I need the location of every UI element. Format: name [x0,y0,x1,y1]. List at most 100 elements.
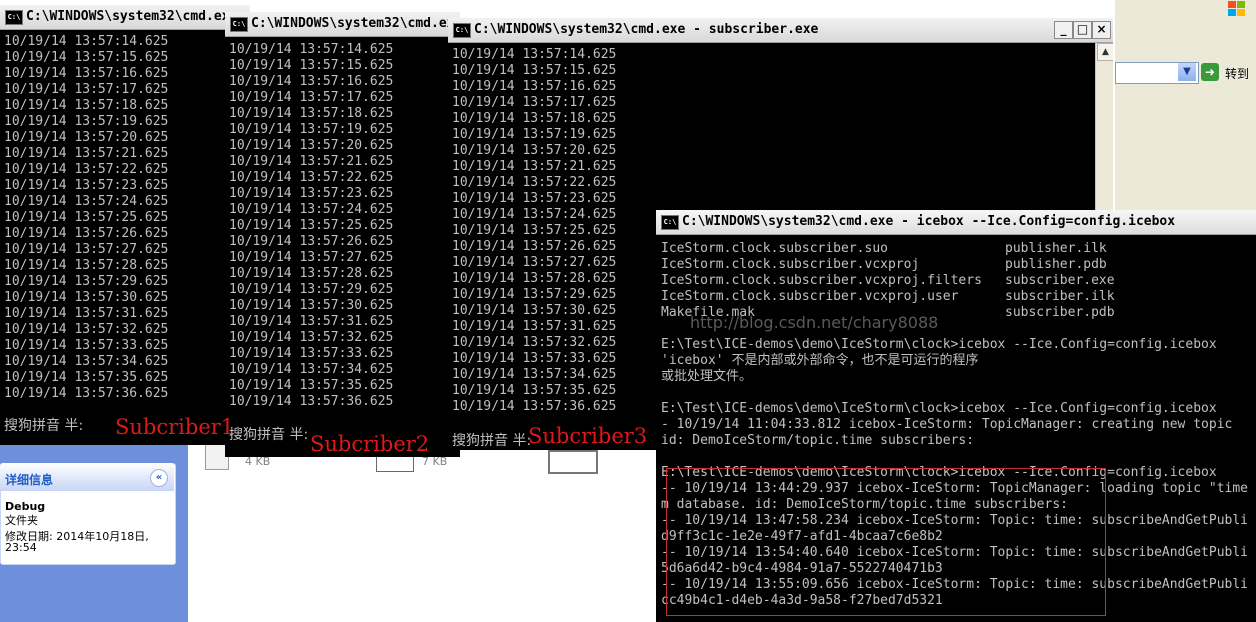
label-subcriber2: Subcriber2 [310,432,430,456]
window-titlebar[interactable]: C:\ C:\WINDOWS\system32\cmd.exe [0,5,250,30]
directory-listing-files: publisher.ilk publisher.pdb subscriber.exe… [1005,241,1115,321]
watermark: http://blog.csdn.net/chary8088 [690,313,939,332]
console-line: id: DemoIceStorm/topic.time subscribers: [661,433,975,448]
console-line: 10/19/14 13:57:18.625 [4,98,169,113]
console-line: E:\Test\ICE-demos\demo\IceStorm\clock>ic… [661,401,1217,416]
console-line: 10/19/14 13:57:26.625 [229,234,394,249]
console-line: 10/19/14 13:57:32.625 [4,322,169,337]
ime-status: 搜狗拼音 半: [452,433,532,449]
window-titlebar[interactable]: C:\ C:\WINDOWS\system32\cmd.exe [225,12,460,37]
label-subcriber1: Subcriber1 [115,415,235,439]
dir-entry: subscriber.ilk [1005,289,1115,304]
console-line: 10/19/14 13:57:23.625 [4,178,169,193]
console-line: 10/19/14 13:57:26.625 [4,226,169,241]
console-line: 10/19/14 13:57:18.625 [229,106,394,121]
console-line: 10/19/14 13:57:19.625 [229,122,394,137]
console-window-subscriber2[interactable]: C:\ C:\WINDOWS\system32\cmd.exe 10/19/14… [225,12,460,457]
console-line: 10/19/14 13:57:20.625 [229,138,394,153]
console-line: 10/19/14 13:57:24.625 [4,194,169,209]
file-icon[interactable] [548,450,598,474]
windows-logo-icon [1226,0,1248,18]
console-line: 10/19/14 13:57:25.625 [229,218,394,233]
console-window-icebox[interactable]: C:\ C:\WINDOWS\system32\cmd.exe - icebox… [656,210,1256,622]
console-line: 10/19/14 13:57:27.625 [452,255,617,270]
console-line: 10/19/14 13:57:21.625 [452,159,617,174]
console-line: 10/19/14 13:57:28.625 [229,266,394,281]
console-line: 10/19/14 13:57:28.625 [452,271,617,286]
console-line: 10/19/14 13:57:23.625 [229,186,394,201]
console-app-icon: C:\ [453,23,471,38]
console-line: 10/19/14 13:57:15.625 [229,58,394,73]
console-line: 10/19/14 13:57:17.625 [4,82,169,97]
details-item-type: 文件夹 [5,514,38,527]
console-line: 10/19/14 13:57:30.625 [452,303,617,318]
dir-entry: subscriber.pdb [1005,305,1115,320]
console-line: 10/19/14 13:57:19.625 [452,127,617,142]
dir-entry: publisher.ilk [1005,241,1107,256]
go-button-label[interactable]: 转到 [1225,65,1249,82]
console-line: 10/19/14 13:57:32.625 [452,335,617,350]
dir-entry: IceStorm.clock.subscriber.vcxproj.user [661,289,959,304]
console-line: 10/19/14 13:57:35.625 [4,370,169,385]
console-line: 10/19/14 13:57:30.625 [4,290,169,305]
directory-listing-names: IceStorm.clock.subscriber.suo IceStorm.cl… [661,241,982,321]
console-line: 10/19/14 13:57:29.625 [452,287,617,302]
console-line: 10/19/14 13:57:27.625 [4,242,169,257]
console-line: 10/19/14 13:57:19.625 [4,114,169,129]
console-line: 10/19/14 13:57:27.625 [229,250,394,265]
console-line: 10/19/14 13:57:29.625 [4,274,169,289]
console-line: 10/19/14 13:57:33.625 [4,338,169,353]
console-line: 10/19/14 13:57:15.625 [4,50,169,65]
dir-entry: IceStorm.clock.subscriber.vcxproj.filter… [661,273,982,288]
minimize-button[interactable]: _ [1054,21,1073,39]
collapse-icon[interactable]: « [150,469,168,487]
console-line: 10/19/14 13:57:17.625 [229,90,394,105]
dir-entry: subscriber.exe [1005,273,1115,288]
console-line: 10/19/14 13:57:20.625 [4,130,169,145]
console-line: 10/19/14 13:57:16.625 [4,66,169,81]
console-line: 10/19/14 13:57:36.625 [452,399,617,414]
explorer-toolbar-area [1115,0,1256,210]
console-line: 10/19/14 13:57:18.625 [452,111,617,126]
console-line: 10/19/14 13:57:16.625 [229,74,394,89]
console-line: 10/19/14 13:57:36.625 [4,386,169,401]
console-line: 10/19/14 13:57:28.625 [4,258,169,273]
console-line: 10/19/14 13:57:14.625 [452,47,617,62]
window-title: C:\WINDOWS\system32\cmd.exe [26,9,238,24]
console-line: 10/19/14 13:57:33.625 [229,346,394,361]
window-title: C:\WINDOWS\system32\cmd.exe - subscriber… [474,22,819,37]
details-modified-time: 23:54 [5,541,37,554]
console-line: 10/19/14 13:57:34.625 [452,367,617,382]
console-output: 10/19/14 13:57:14.625 10/19/14 13:57:15.6… [229,42,393,410]
console-line: 10/19/14 13:57:21.625 [229,154,394,169]
close-button[interactable]: × [1092,21,1111,39]
console-window-subscriber1[interactable]: C:\ C:\WINDOWS\system32\cmd.exe 10/19/14… [0,5,250,445]
console-line: 10/19/14 13:57:22.625 [4,162,169,177]
console-line: 10/19/14 13:57:34.625 [229,362,394,377]
scroll-up-icon[interactable]: ▲ [1097,43,1113,61]
console-line: 10/19/14 13:57:22.625 [452,175,617,190]
console-line: 10/19/14 13:57:25.625 [4,210,169,225]
dir-entry: publisher.pdb [1005,257,1107,272]
console-line: 10/19/14 13:57:31.625 [4,306,169,321]
console-line: 10/19/14 13:57:14.625 [4,34,169,49]
go-arrow-icon[interactable]: ➜ [1201,63,1219,81]
window-titlebar[interactable]: C:\ C:\WINDOWS\system32\cmd.exe - icebox… [656,210,1256,235]
console-line: 10/19/14 13:57:31.625 [229,314,394,329]
console-line: 'icebox' 不是内部或外部命令，也不是可运行的程序 [661,353,979,368]
console-line: 10/19/14 13:57:21.625 [4,146,169,161]
ime-status: 搜狗拼音 半: [229,427,309,443]
console-line: 10/19/14 13:57:30.625 [229,298,394,313]
window-titlebar[interactable]: C:\ C:\WINDOWS\system32\cmd.exe - subscr… [448,18,1113,43]
window-title: C:\WINDOWS\system32\cmd.exe - icebox --I… [682,214,1176,229]
console-line: 10/19/14 13:57:25.625 [452,223,617,238]
console-line: 10/19/14 13:57:32.625 [229,330,394,345]
maximize-button[interactable]: □ [1073,21,1092,39]
console-output: 10/19/14 13:57:14.625 10/19/14 13:57:15.6… [452,47,616,415]
console-line: 10/19/14 13:57:20.625 [452,143,617,158]
console-line: 10/19/14 13:57:26.625 [452,239,617,254]
chevron-down-icon[interactable]: ▼ [1178,63,1196,81]
console-line: 10/19/14 13:57:16.625 [452,79,617,94]
